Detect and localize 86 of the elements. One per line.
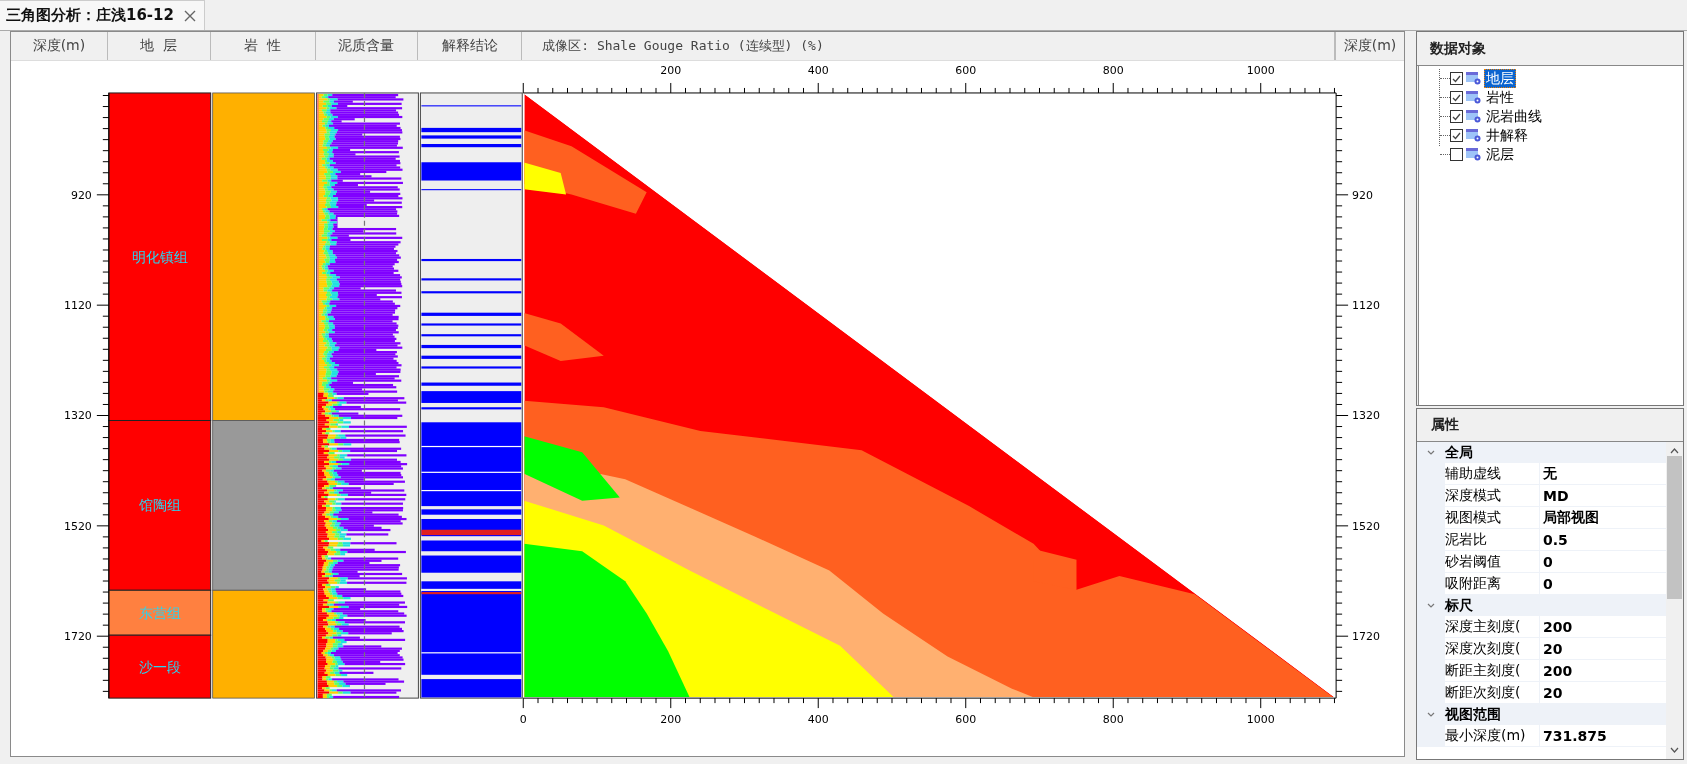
- chevron-icon[interactable]: [1427, 603, 1435, 608]
- property-value[interactable]: 20: [1540, 682, 1666, 703]
- column-header: 深度(m): [1335, 32, 1404, 60]
- property-name: 断距主刻度(: [1417, 660, 1540, 681]
- column-header: 泥质含量: [315, 32, 419, 60]
- window-gear-icon: [1466, 91, 1481, 104]
- distance-label: 200: [660, 713, 682, 727]
- property-group-header[interactable]: 视图范围: [1417, 704, 1666, 725]
- property-value[interactable]: MD: [1540, 485, 1666, 506]
- checkbox[interactable]: [1450, 72, 1463, 85]
- distance-label: 0: [519, 713, 527, 727]
- checkbox[interactable]: [1450, 91, 1463, 104]
- column-header: 地 层: [107, 32, 211, 60]
- distance-label: 400: [807, 63, 829, 77]
- column-header: 深度(m): [11, 32, 108, 60]
- property-value[interactable]: 无: [1540, 463, 1666, 484]
- property-value[interactable]: 0.5: [1540, 529, 1666, 550]
- group-label: 标尺: [1445, 596, 1473, 615]
- depth-label: 920: [70, 188, 92, 202]
- property-name: 深度主刻度(: [1417, 616, 1540, 637]
- depth-label: 1320: [63, 409, 92, 423]
- property-name: 最小深度(m): [1417, 725, 1540, 746]
- distance-label: 800: [1102, 713, 1124, 727]
- property-value[interactable]: 20: [1540, 638, 1666, 659]
- property-group-header[interactable]: 标尺: [1417, 595, 1666, 616]
- tree-item[interactable]: 泥层: [1484, 145, 1516, 164]
- window-gear-icon: [1466, 110, 1481, 123]
- window-gear-icon: [1466, 72, 1481, 85]
- depth-label: 1120: [1352, 299, 1380, 313]
- formation-label: 沙一段: [138, 658, 181, 675]
- checkbox[interactable]: [1450, 129, 1463, 142]
- tree-item[interactable]: 井解释: [1484, 126, 1530, 145]
- depth-label: 1520: [63, 519, 92, 533]
- depth-label: 1720: [63, 630, 92, 644]
- checkbox[interactable]: [1450, 148, 1463, 161]
- window-gear-icon: [1466, 129, 1481, 142]
- chevron-icon[interactable]: [1427, 712, 1435, 717]
- column-header: 岩 性: [210, 32, 316, 60]
- panel-title: 数据对象: [1430, 39, 1486, 58]
- property-value[interactable]: 200: [1540, 660, 1666, 681]
- property-name: 泥岩比: [1417, 529, 1540, 550]
- scroll-down-icon[interactable]: [1670, 747, 1679, 753]
- distance-label: 1000: [1246, 63, 1275, 77]
- tree-item[interactable]: 岩性: [1484, 88, 1516, 107]
- property-name: 吸附距离: [1417, 573, 1540, 594]
- scroll-up-icon[interactable]: [1670, 448, 1679, 454]
- formation-label: 东营组: [138, 604, 181, 621]
- formation-label: 馆陶组: [138, 497, 181, 514]
- property-value[interactable]: 0: [1540, 551, 1666, 572]
- column-header: 解释结论: [418, 32, 523, 60]
- property-name: 砂岩阈值: [1417, 551, 1540, 572]
- property-name: 断距次刻度(: [1417, 682, 1540, 703]
- property-group-header[interactable]: 全局: [1417, 442, 1666, 463]
- formation-label: 明化镇组: [131, 248, 188, 265]
- chevron-icon[interactable]: [1427, 450, 1435, 455]
- property-name: 深度模式: [1417, 485, 1540, 506]
- tree-item[interactable]: 地层: [1484, 69, 1516, 88]
- window-gear-icon: [1466, 148, 1481, 161]
- property-name: 深度次刻度(: [1417, 638, 1540, 659]
- distance-label: 200: [660, 63, 682, 77]
- column-header: 成像区: Shale Gouge Ratio (连续型) (%): [522, 32, 1336, 60]
- property-value[interactable]: 局部视图: [1540, 507, 1666, 528]
- panel-title: 属性: [1431, 416, 1459, 434]
- group-label: 全局: [1445, 443, 1473, 462]
- distance-label: 400: [807, 713, 829, 727]
- document-tab[interactable]: 三角图分析：庄浅16-12: [0, 0, 205, 30]
- scrollbar-thumb[interactable]: [1667, 456, 1682, 599]
- checkbox[interactable]: [1450, 110, 1463, 123]
- group-label: 视图范围: [1445, 705, 1501, 724]
- property-value[interactable]: 0: [1540, 573, 1666, 594]
- depth-label: 1120: [63, 299, 92, 313]
- depth-label: 1720: [1352, 630, 1380, 644]
- property-value[interactable]: 200: [1540, 616, 1666, 637]
- property-value[interactable]: 731.875: [1540, 725, 1666, 746]
- distance-label: 600: [955, 63, 977, 77]
- distance-label: 1000: [1246, 713, 1275, 727]
- distance-label: 600: [955, 713, 977, 727]
- depth-label: 920: [1352, 188, 1374, 202]
- close-icon[interactable]: [184, 9, 196, 22]
- scrollbar[interactable]: [1666, 442, 1683, 759]
- depth-label: 1320: [1352, 409, 1380, 423]
- property-name: 视图模式: [1417, 507, 1540, 528]
- tree-item[interactable]: 泥岩曲线: [1484, 107, 1544, 126]
- depth-label: 1520: [1352, 519, 1380, 533]
- distance-label: 800: [1102, 63, 1124, 77]
- property-name: 辅助虚线: [1417, 463, 1540, 484]
